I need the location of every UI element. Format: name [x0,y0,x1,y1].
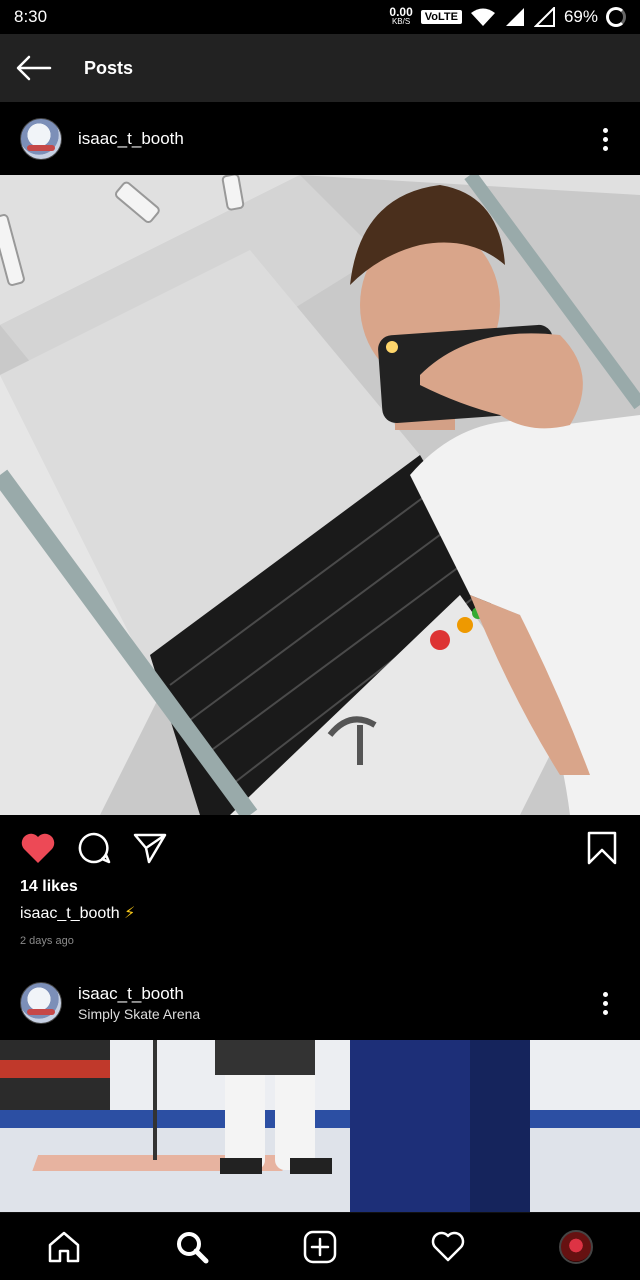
search-icon [177,1231,209,1263]
network-speed-unit: KB/S [391,17,411,26]
battery-percent: 69% [563,7,598,26]
more-dot [602,145,608,151]
network-speed: 0.00 KB/S [389,5,413,26]
share-button[interactable] [130,828,170,868]
user-block: isaac_t_booth Simply Skate Arena [78,984,590,1022]
caption-emoji: ⚡ [124,905,136,922]
add-post-icon [303,1230,337,1263]
more-options-button[interactable] [590,983,620,1023]
post-header: isaac_t_booth [0,102,640,176]
more-dot [602,991,608,997]
nav-profile[interactable] [546,1217,606,1277]
network-speed-value: 0.00 [389,5,413,19]
nav-add-post[interactable] [290,1217,350,1277]
post-timestamp: 2 days ago [20,935,74,947]
more-dot [602,1009,608,1015]
bottom-nav [0,1212,640,1280]
profile-avatar [559,1229,593,1264]
bookmark-icon [587,831,617,865]
arrow-left-icon [16,55,52,81]
post-username[interactable]: isaac_t_booth [78,984,590,1004]
post-header: isaac_t_booth Simply Skate Arena [0,966,640,1040]
avatar[interactable] [20,982,62,1024]
top-app-bar: Posts [0,34,640,102]
activity-heart-icon [431,1231,465,1261]
status-bar: 8:30 0.00 KB/S VoLTE 69% [0,0,640,34]
caption-username[interactable]: isaac_t_booth [20,905,120,922]
avatar[interactable] [20,118,62,160]
post-caption: isaac_t_booth ⚡ [20,903,135,923]
signal-icon [505,8,524,26]
volte-badge: VoLTE [420,10,462,24]
battery-icon [606,7,626,27]
heart-filled-icon [21,833,55,863]
skate-arena-illustration [0,1040,640,1212]
like-button[interactable] [18,828,58,868]
post-image[interactable] [0,1040,640,1212]
post-username[interactable]: isaac_t_booth [78,129,590,149]
likes-count[interactable]: 14 likes [20,878,78,896]
comment-icon [78,832,111,864]
nav-search[interactable] [162,1217,222,1277]
comment-button[interactable] [74,828,114,868]
more-dot [602,127,608,133]
post-location[interactable]: Simply Skate Arena [78,1006,590,1022]
back-button[interactable] [0,34,68,102]
page-title: Posts [84,57,134,78]
save-button[interactable] [582,828,622,868]
send-icon [133,833,167,864]
post-actions [0,820,640,876]
more-dot [602,1000,608,1006]
home-icon [48,1231,80,1262]
nav-home[interactable] [34,1217,94,1277]
post-image[interactable] [0,175,640,815]
user-block: isaac_t_booth [78,129,590,149]
more-dot [602,136,608,142]
nav-activity[interactable] [418,1217,478,1277]
status-time: 8:30 [14,7,48,26]
signal-outline-icon [533,7,555,27]
more-options-button[interactable] [590,119,620,159]
wifi-icon [470,8,495,26]
status-icons: 0.00 KB/S VoLTE 69% [389,5,626,27]
mirror-selfie-illustration [0,175,640,815]
